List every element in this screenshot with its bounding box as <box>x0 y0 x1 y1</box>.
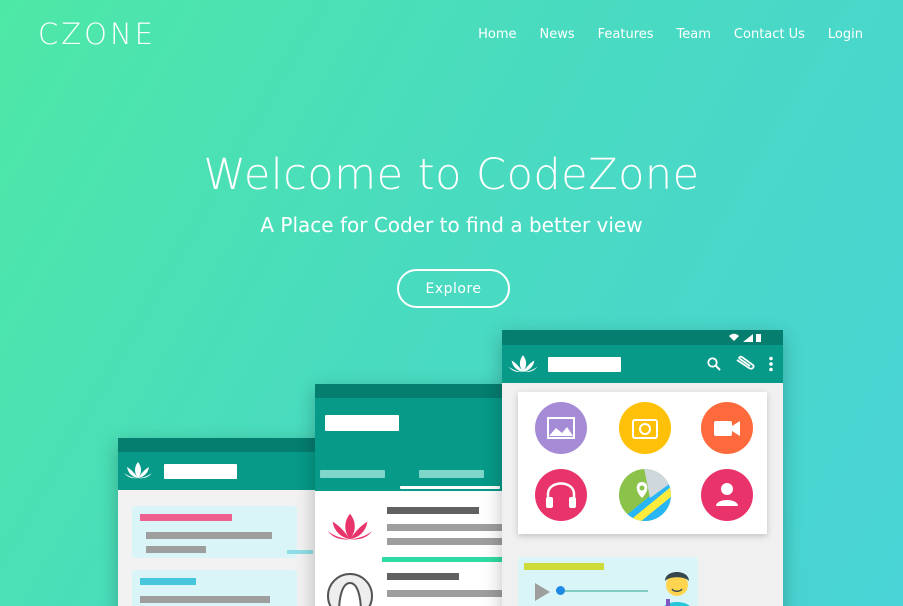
toolbar-title-placeholder <box>164 464 237 479</box>
more-vert-icon[interactable] <box>768 356 774 372</box>
nav-item-home[interactable]: Home <box>478 27 516 42</box>
paperclip-icon[interactable] <box>734 355 756 371</box>
nav-item-features[interactable]: Features <box>598 27 654 42</box>
signal-battery-icon <box>729 333 761 342</box>
phone-toolbar <box>502 345 783 383</box>
chat-list <box>315 491 515 606</box>
lotus-icon <box>124 462 152 479</box>
hero-subtitle: A Place for Coder to find a better view <box>260 213 643 237</box>
audio-progress-handle[interactable] <box>556 586 565 595</box>
toolbar-title-placeholder <box>325 415 399 431</box>
phone-mockup-left <box>118 438 323 606</box>
phone-status-bar <box>118 438 323 452</box>
video-icon[interactable] <box>700 401 754 455</box>
phone-mockup-right <box>502 330 783 606</box>
chat-bubble <box>132 570 297 606</box>
audio-message-bubble <box>518 557 698 606</box>
lotus-icon <box>508 355 538 373</box>
brand-logo[interactable]: CZONE <box>38 17 156 51</box>
contact-icon[interactable] <box>700 468 754 522</box>
location-icon[interactable] <box>618 468 672 522</box>
phone-status-bar <box>502 330 783 345</box>
nav-item-contact[interactable]: Contact Us <box>734 27 805 42</box>
nav-item-news[interactable]: News <box>540 27 575 42</box>
play-icon[interactable] <box>532 581 552 603</box>
avatar-icon <box>327 573 373 606</box>
tab-placeholder[interactable] <box>419 470 484 478</box>
phone-toolbar <box>118 452 323 490</box>
image-icon[interactable] <box>534 401 588 455</box>
headphones-icon[interactable] <box>534 468 588 522</box>
phone-mockup-middle <box>315 384 515 606</box>
audio-progress-track[interactable] <box>558 590 648 592</box>
phone-toolbar <box>315 398 515 491</box>
tab-placeholder[interactable] <box>320 470 385 478</box>
attachment-popup <box>518 392 767 534</box>
chat-bubble <box>132 506 313 558</box>
nav-item-login[interactable]: Login <box>828 27 863 42</box>
navbar: CZONE Home News Features Team Contact Us… <box>0 0 903 70</box>
chat-area <box>118 490 323 606</box>
lotus-icon <box>327 513 373 540</box>
person-avatar-icon <box>664 572 690 606</box>
toolbar-title-placeholder <box>548 357 621 372</box>
tab-indicator <box>400 486 500 489</box>
explore-button[interactable]: Explore <box>397 269 510 308</box>
nav-item-team[interactable]: Team <box>677 27 711 42</box>
nav-menu: Home News Features Team Contact Us Login <box>478 27 863 42</box>
camera-icon[interactable] <box>618 401 672 455</box>
hero-title: Welcome to CodeZone <box>203 150 700 200</box>
phone-status-bar <box>315 384 515 398</box>
search-icon[interactable] <box>707 357 721 371</box>
